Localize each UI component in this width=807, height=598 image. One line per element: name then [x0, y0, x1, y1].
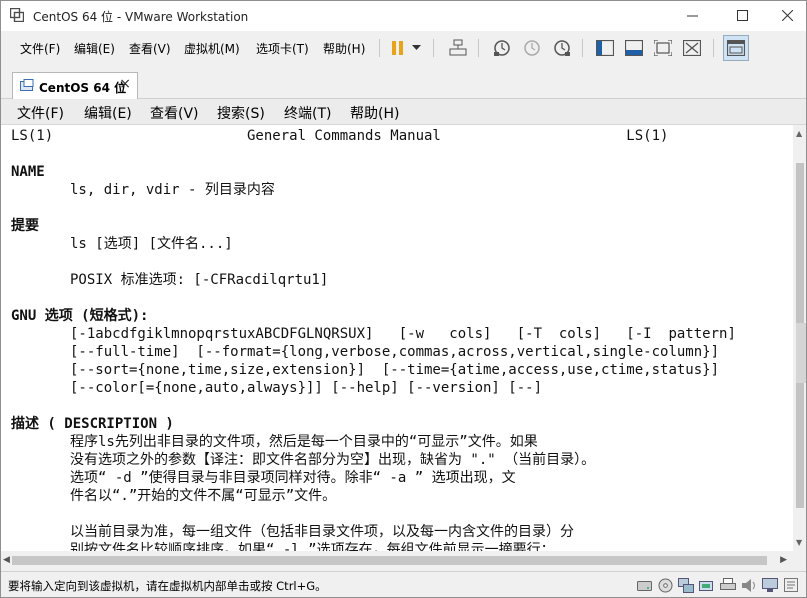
toolbar-separator [478, 39, 479, 57]
menu-tabs[interactable]: 选项卡(T) [256, 40, 309, 57]
terminal-line: NAME [11, 164, 45, 180]
message-log-icon[interactable] [783, 577, 799, 593]
scroll-up-arrow-icon[interactable]: ▲ [796, 129, 802, 138]
terminal-line: [--full-time] [--format={long,verbose,co… [11, 344, 720, 360]
scroll-left-arrow-icon[interactable]: ◀ [3, 555, 10, 565]
terminal-line: [-1abcdfgiklmnopqrstuxABCDFGLNQRSUX] [-w… [11, 326, 736, 342]
terminal-menu-edit[interactable]: 编辑(E) [84, 103, 132, 123]
maximize-icon [736, 10, 748, 21]
console-view-button[interactable] [723, 35, 749, 61]
minimize-button[interactable] [669, 0, 715, 31]
terminal-line: 没有选项之外的参数【译注：即文件名部分为空】出现，缺省为 "." （当前目录）。 [11, 452, 596, 468]
terminal-line: 程序ls先列出非目录的文件项，然后是每一个目录中的“可显示”文件。如果 [11, 434, 538, 450]
show-library-button[interactable] [592, 35, 618, 61]
terminal-menu-view[interactable]: 查看(V) [150, 103, 199, 123]
cd-icon-glyph [658, 578, 672, 592]
app-menubar: 文件(F) 编辑(E) 查看(V) 虚拟机(M) 选项卡(T) 帮助(H) [0, 31, 807, 65]
terminal-line: [--color[={none,auto,always}]] [--help] … [11, 380, 543, 396]
unity-button[interactable] [679, 35, 705, 61]
vm-icon [20, 79, 34, 91]
usb-device-icon[interactable] [699, 577, 715, 593]
bottom-panel-icon [625, 40, 643, 56]
terminal-line: ls, dir, vdir - 列目录内容 [11, 182, 275, 198]
menu-file[interactable]: 文件(F) [20, 40, 60, 57]
terminal-menu-help[interactable]: 帮助(H) [350, 103, 399, 123]
maximize-button[interactable] [719, 0, 765, 31]
sound-card-icon[interactable] [741, 577, 757, 593]
terminal-line: 描述 ( DESCRIPTION ) [11, 416, 174, 432]
menu-view[interactable]: 查看(V) [129, 40, 171, 57]
snapshot-manager-button[interactable] [549, 35, 575, 61]
power-dropdown-button[interactable] [408, 35, 424, 61]
status-message: 要将输入定向到该虚拟机，请在虚拟机内部单击或按 Ctrl+G。 [8, 579, 327, 593]
revert-snapshot-button[interactable] [519, 35, 545, 61]
hard-disk-icon[interactable] [636, 577, 652, 593]
clock-snapshot-icon [494, 40, 510, 56]
toolbar-separator [582, 39, 583, 57]
terminal-line: 件名以“.”开始的文件不属“可显示”文件。 [11, 488, 337, 504]
chevron-down-icon [411, 45, 421, 50]
terminal-output[interactable]: LS(1) General Commands Manual LS(1) NAME … [0, 125, 793, 551]
tab-strip: CentOS 64 位 × [0, 65, 807, 99]
menu-edit[interactable]: 编辑(E) [74, 40, 115, 57]
terminal-line: GNU 选项 (短格式): [11, 308, 149, 324]
console-horizontal-scrollbar[interactable]: ◀ ▶ [0, 551, 807, 571]
cd-dvd-icon[interactable] [657, 577, 673, 593]
pause-icon [392, 41, 403, 55]
terminal-line: LS(1) General Commands Manual LS(1) [11, 128, 669, 144]
close-window-button[interactable] [764, 0, 807, 31]
printer-icon[interactable] [720, 577, 736, 593]
terminal-line: 选项“ -d ”使得目录与非目录项同样对待。除非“ -a ” 选项出现，文 [11, 470, 516, 486]
scroll-right-arrow-icon[interactable]: ▶ [780, 555, 787, 565]
tab-close-button[interactable]: × [119, 76, 131, 92]
fullscreen-button[interactable] [650, 35, 676, 61]
terminal-line: 别按文件名比较顺序排序。如果“ -l ”选项存在，每组文件前显示一摘要行： [11, 542, 555, 551]
toolbar-separator [379, 39, 380, 57]
terminal-line: 以当前目录为准，每一组文件（包括非目录文件项，以及每一内含文件的目录）分 [11, 524, 574, 540]
scroll-down-arrow-icon[interactable]: ▼ [796, 538, 802, 547]
snapshot-button[interactable] [489, 35, 515, 61]
terminal-menu-search[interactable]: 搜索(S) [217, 103, 265, 123]
terminal-line: 提要 [11, 218, 39, 234]
tab-centos[interactable]: CentOS 64 位 × [12, 72, 138, 99]
terminal-line: ls [选项] [文件名...] [11, 236, 233, 252]
terminal-menubar: 文件(F) 编辑(E) 查看(V) 搜索(S) 终端(T) 帮助(H) [0, 99, 807, 125]
usb-icon-glyph [699, 581, 713, 591]
thumbnail-bar-button[interactable] [621, 35, 647, 61]
printer-icon-glyph [720, 578, 736, 590]
toolbar-separator [713, 39, 714, 57]
terminal-line: POSIX 标准选项: [-CFRacdilqrtu1] [11, 272, 329, 288]
network-adapter-icon[interactable] [678, 577, 694, 593]
clock-revert-icon [524, 40, 540, 56]
toolbar-separator [433, 39, 434, 57]
terminal-line: [--sort={none,time,size,extension}] [--t… [11, 362, 720, 378]
display-icon[interactable] [762, 577, 778, 593]
message-icon-glyph [784, 578, 798, 592]
no-entry-window-icon [683, 40, 701, 56]
close-icon [781, 10, 793, 21]
sound-icon-glyph [742, 578, 755, 592]
window-title: CentOS 64 位 - VMware Workstation [33, 10, 249, 24]
network-icon-glyph [678, 577, 694, 593]
vmware-logo-icon [10, 8, 24, 22]
statusbar: 要将输入定向到该虚拟机，请在虚拟机内部单击或按 Ctrl+G。 [0, 571, 807, 598]
tab-label: CentOS 64 位 [39, 81, 127, 95]
menu-help[interactable]: 帮助(H) [323, 40, 365, 57]
send-ctrl-alt-del-button[interactable] [445, 35, 471, 61]
hard-disk-icon-glyph [636, 580, 652, 591]
menu-vm[interactable]: 虚拟机(M) [184, 40, 240, 57]
vm-console-scroll-thumb[interactable] [796, 323, 807, 383]
scrollbar-thumb[interactable] [12, 556, 767, 565]
minimize-icon [686, 15, 698, 17]
console-window-icon [727, 40, 745, 56]
sidebar-panel-icon [596, 40, 614, 56]
fullscreen-icon [654, 40, 672, 56]
terminal-menu-terminal[interactable]: 终端(T) [284, 103, 331, 123]
window-titlebar: CentOS 64 位 - VMware Workstation [0, 0, 807, 31]
clock-manager-icon [554, 40, 570, 56]
network-send-icon [449, 39, 467, 56]
terminal-menu-file[interactable]: 文件(F) [17, 103, 64, 123]
display-icon-glyph [762, 577, 778, 592]
